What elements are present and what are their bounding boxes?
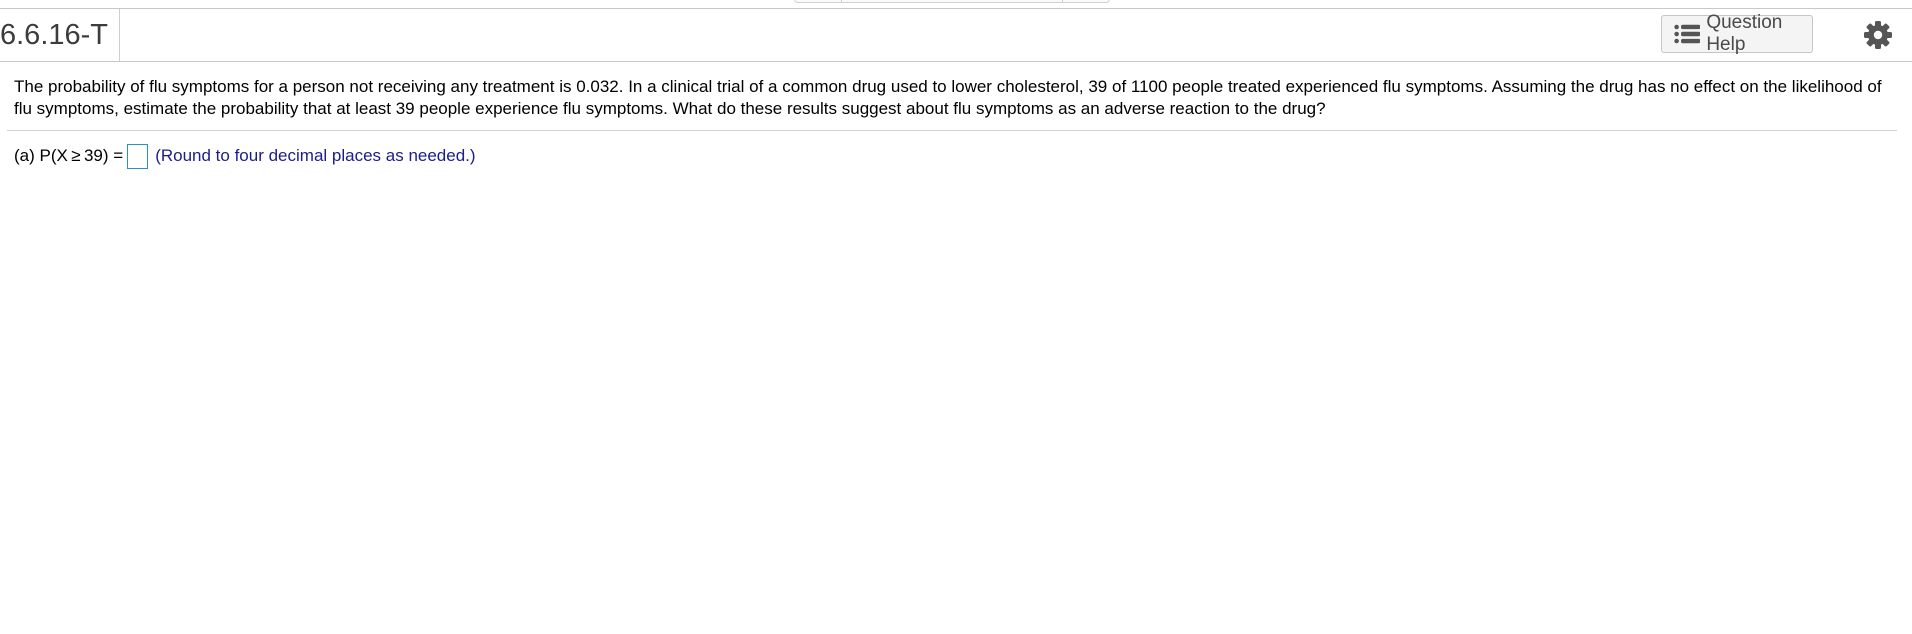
question-id: 6.6.16-T bbox=[0, 9, 120, 61]
rounding-hint: (Round to four decimal places as needed.… bbox=[155, 146, 476, 165]
gear-icon[interactable] bbox=[1863, 20, 1893, 50]
answer-part-label: (a) P(X ≥ 39) = bbox=[14, 146, 124, 165]
list-icon bbox=[1674, 24, 1701, 44]
question-help-button[interactable]: Question Help bbox=[1661, 12, 1813, 55]
answer-row: (a) P(X ≥ 39) = (Round to four decimal p… bbox=[14, 142, 476, 170]
question-help-label: Question Help bbox=[1706, 12, 1783, 55]
divider bbox=[7, 130, 1897, 131]
answer-input[interactable] bbox=[127, 143, 149, 169]
question-header: 6.6.16-T Question Help bbox=[0, 9, 1912, 62]
top-toolbar-strip bbox=[0, 0, 1912, 9]
page: 6.6.16-T Question Help The probability o… bbox=[0, 0, 1912, 634]
top-tab-group[interactable] bbox=[794, 0, 1110, 3]
question-text: The probability of flu symptoms for a pe… bbox=[14, 77, 1882, 118]
